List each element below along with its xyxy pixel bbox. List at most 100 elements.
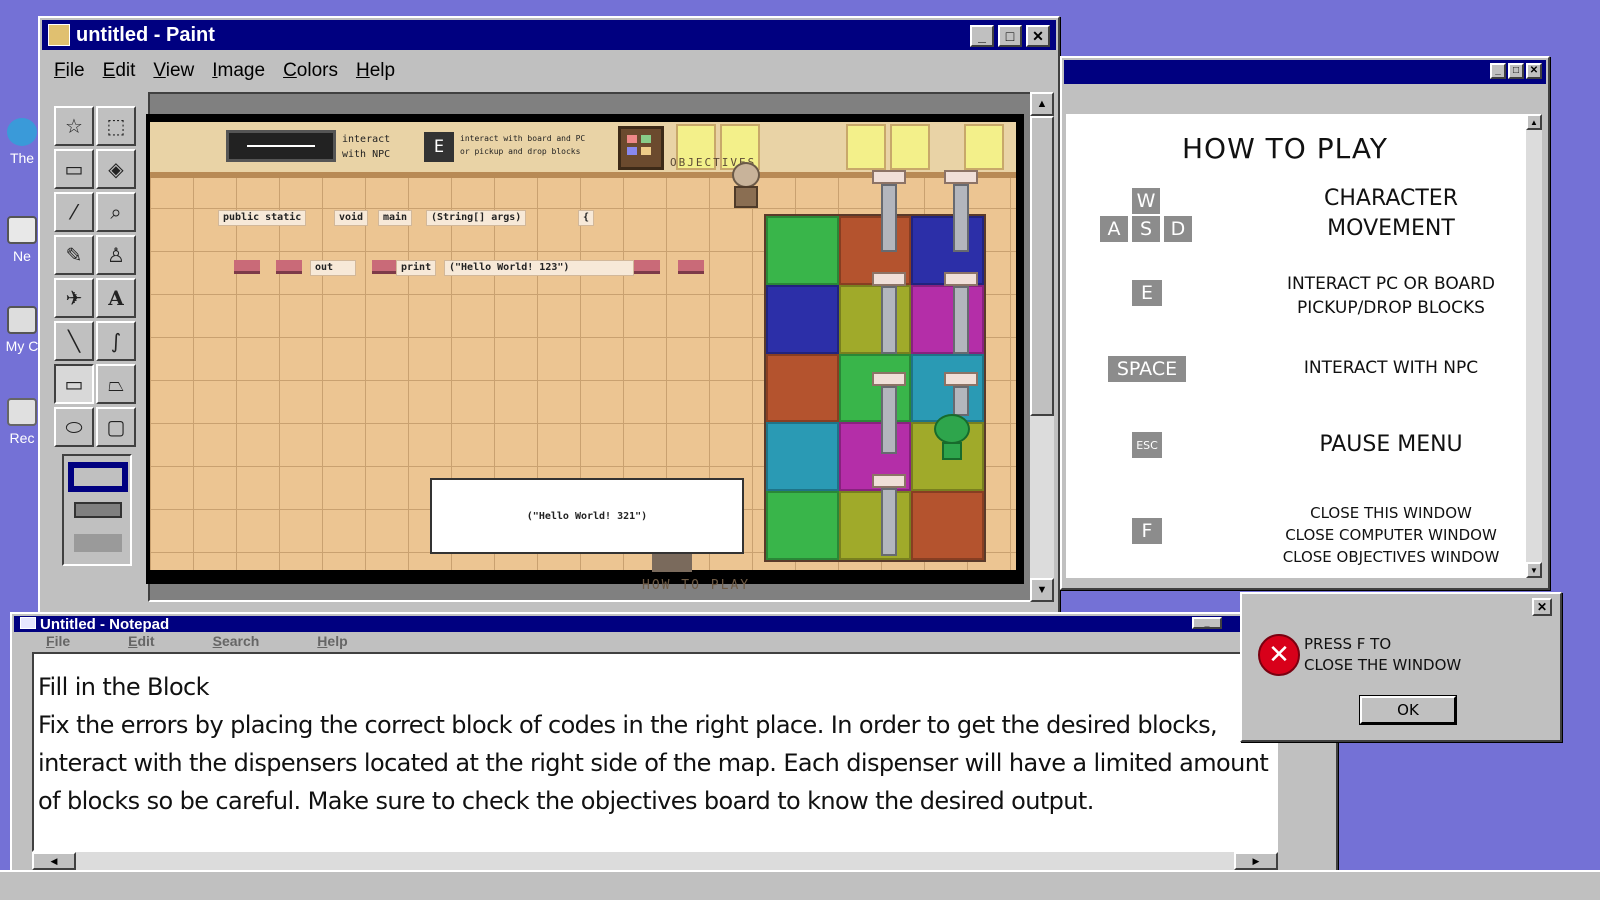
menu-file[interactable]: File xyxy=(46,633,70,649)
code-block[interactable]: { xyxy=(578,210,595,226)
code-block[interactable]: main xyxy=(378,210,413,226)
curve-icon[interactable]: ∫ xyxy=(96,321,136,361)
block-dispenser[interactable] xyxy=(872,170,906,254)
eraser-icon[interactable]: ▭ xyxy=(54,149,94,189)
block-dispenser[interactable] xyxy=(872,372,906,456)
how-to-play-scrollbar[interactable]: ▲ ▼ xyxy=(1526,114,1542,578)
menu-help[interactable]: Help xyxy=(356,60,395,82)
minimize-button[interactable]: _ xyxy=(1490,63,1506,79)
error-dialog: ✕ ✕ PRESS F TO CLOSE THE WINDOW OK xyxy=(1240,592,1562,742)
line-icon[interactable]: ╲ xyxy=(54,321,94,361)
ok-button[interactable]: OK xyxy=(1359,695,1457,725)
code-block[interactable]: out xyxy=(310,260,356,276)
tool-options xyxy=(62,454,132,566)
empty-block-slot[interactable] xyxy=(372,260,398,274)
rectangle-icon[interactable]: ▭ xyxy=(54,364,94,404)
my-computer-icon xyxy=(7,306,37,334)
scroll-down-arrow-icon[interactable]: ▼ xyxy=(1030,578,1054,602)
block-dispenser[interactable] xyxy=(872,272,906,356)
scroll-left-arrow-icon[interactable]: ◀ xyxy=(32,852,76,870)
menu-image[interactable]: Image xyxy=(212,60,265,82)
maximize-button[interactable]: □ xyxy=(998,25,1022,47)
menu-edit[interactable]: Edit xyxy=(103,60,136,82)
action-character-movement: CHARACTER MOVEMENT xyxy=(1324,186,1458,241)
menu-edit[interactable]: Edit xyxy=(128,633,154,649)
paint-vertical-scrollbar[interactable]: ▲ ▼ xyxy=(1030,92,1054,602)
notepad-heading: Fill in the Block xyxy=(38,673,210,701)
desktop-icon-label: My C xyxy=(5,338,39,354)
desktop-icon-label: The xyxy=(9,150,35,166)
window-title: untitled - Paint xyxy=(76,23,215,46)
block-dispenser[interactable] xyxy=(944,170,978,254)
notepad-title-bar[interactable]: Untitled - Notepad _ xyxy=(14,616,1334,633)
objectives-board[interactable] xyxy=(618,126,664,170)
rounded-rectangle-icon[interactable]: ▢ xyxy=(96,407,136,447)
maximize-button[interactable]: □ xyxy=(1508,63,1524,79)
scroll-thumb[interactable] xyxy=(1030,116,1054,416)
key-a: A xyxy=(1100,216,1128,242)
close-button[interactable]: ✕ xyxy=(1026,25,1050,47)
scroll-down-arrow-icon[interactable]: ▼ xyxy=(1526,562,1542,578)
code-block[interactable]: (String[] args) xyxy=(426,210,527,226)
empty-block-slot[interactable] xyxy=(634,260,660,274)
paint-title-bar[interactable]: untitled - Paint _ □ ✕ xyxy=(42,20,1056,50)
scroll-up-arrow-icon[interactable]: ▲ xyxy=(1030,92,1054,116)
hud-e-key: E xyxy=(424,132,454,162)
how-to-play-title-bar[interactable]: _ □ ✕ xyxy=(1064,60,1546,84)
block-dispenser[interactable] xyxy=(872,474,906,558)
notepad-text-area[interactable]: Fill in the Block Fix the errors by plac… xyxy=(32,652,1278,852)
menu-view[interactable]: View xyxy=(153,60,194,82)
empty-block-slot[interactable] xyxy=(678,260,704,274)
error-dialog-title-bar[interactable]: ✕ xyxy=(1244,596,1558,618)
game-screen[interactable]: interact with NPC E interact with board … xyxy=(146,114,1024,593)
menu-colors[interactable]: Colors xyxy=(283,60,338,82)
free-select-icon[interactable]: ☆ xyxy=(54,106,94,146)
how-to-play-label: HOW TO PLAY xyxy=(642,578,751,593)
fill-option-filled[interactable] xyxy=(74,534,122,552)
scroll-right-arrow-icon[interactable]: ▶ xyxy=(1234,852,1278,870)
action-pause-menu: PAUSE MENU xyxy=(1319,432,1463,457)
text-tool-icon[interactable]: A xyxy=(96,278,136,318)
paint-app-icon xyxy=(48,24,70,46)
airbrush-icon[interactable]: ✈ xyxy=(54,278,94,318)
notepad-app-icon xyxy=(20,617,36,629)
game-window xyxy=(846,124,886,170)
menu-file[interactable]: File xyxy=(54,60,85,82)
code-block[interactable]: print xyxy=(396,260,437,276)
fill-icon[interactable]: ◈ xyxy=(96,149,136,189)
polygon-icon[interactable]: ⏢ xyxy=(96,364,136,404)
hud-space-key xyxy=(226,130,336,162)
how-to-play-heading: HOW TO PLAY xyxy=(1182,132,1388,165)
empty-block-slot[interactable] xyxy=(276,260,302,274)
code-block[interactable]: public static xyxy=(218,210,307,226)
how-to-play-window: _ □ ✕ HOW TO PLAY W A S D CHARACTER MOVE… xyxy=(1060,56,1550,590)
notepad-horizontal-scrollbar[interactable]: ◀ ▶ xyxy=(32,852,1278,870)
error-icon: ✕ xyxy=(1258,634,1300,676)
ellipse-icon[interactable]: ⬭ xyxy=(54,407,94,447)
empty-block-slot[interactable] xyxy=(234,260,260,274)
brush-icon[interactable]: ♙ xyxy=(96,235,136,275)
menu-help[interactable]: Help xyxy=(317,633,347,649)
fill-option-outline[interactable] xyxy=(68,462,128,492)
code-block[interactable]: void xyxy=(334,210,369,226)
fill-option-filled-outline[interactable] xyxy=(74,502,122,518)
eyedropper-icon[interactable]: ⁄ xyxy=(54,192,94,232)
menu-search[interactable]: Search xyxy=(213,633,260,649)
npc-character[interactable] xyxy=(726,162,766,210)
npc-dialog-box: ("Hello World! 321") xyxy=(430,478,744,554)
pencil-icon[interactable]: ✎ xyxy=(54,235,94,275)
player-character xyxy=(932,414,972,464)
tool-box: ☆ ⬚ ▭ ◈ ⁄ ⌕ ✎ ♙ ✈ A ╲ ∫ ▭ ⏢ ⬭ ▢ xyxy=(50,102,140,572)
magnifier-icon[interactable]: ⌕ xyxy=(96,192,136,232)
desktop-icon-label: Rec xyxy=(9,430,35,446)
code-block[interactable]: ("Hello World! 123") xyxy=(444,260,634,276)
close-button[interactable]: ✕ xyxy=(1526,63,1542,79)
close-button[interactable]: ✕ xyxy=(1532,598,1552,616)
minimize-button[interactable]: _ xyxy=(1192,617,1222,629)
minimize-button[interactable]: _ xyxy=(970,25,994,47)
desktop-icon-label: Ne xyxy=(13,248,31,264)
scroll-up-arrow-icon[interactable]: ▲ xyxy=(1526,114,1542,130)
pc-desk[interactable] xyxy=(652,554,692,572)
block-dispenser[interactable] xyxy=(944,272,978,356)
rect-select-icon[interactable]: ⬚ xyxy=(96,106,136,146)
